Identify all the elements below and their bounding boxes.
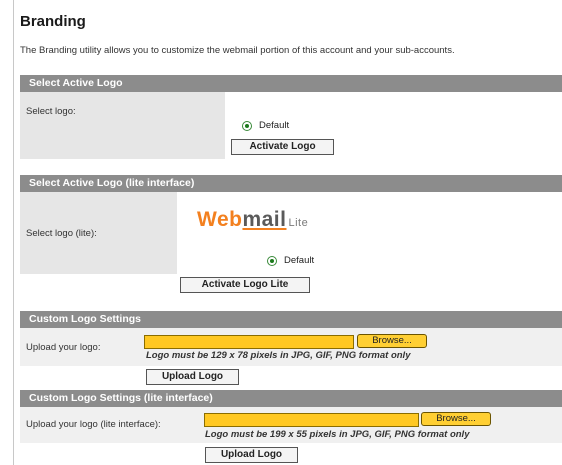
logo-size-hint: Logo must be 129 x 78 pixels in JPG, GIF… (146, 350, 411, 361)
webmail-lite-logo: Webmail Lite (197, 208, 309, 231)
upload-logo-button[interactable]: Upload Logo (146, 369, 239, 385)
section-header-custom-logo-settings: Custom Logo Settings (20, 311, 562, 328)
logo-browse-button[interactable]: Browse... (357, 334, 427, 348)
logo-lite-file-input[interactable] (204, 413, 419, 427)
upload-logo-label: Upload your logo: (26, 341, 101, 353)
page-title: Branding (20, 13, 86, 30)
default-logo-lite-option-label: Default (284, 255, 315, 266)
default-logo-lite-radio[interactable]: Default (267, 255, 314, 266)
logo-lite-browse-button[interactable]: Browse... (421, 412, 491, 426)
default-logo-option-label: Default (259, 120, 290, 131)
activate-logo-lite-button[interactable]: Activate Logo Lite (180, 277, 310, 293)
select-logo-lite-label: Select logo (lite): (20, 192, 177, 274)
upload-logo-lite-button[interactable]: Upload Logo (205, 447, 298, 463)
select-logo-label: Select logo: (20, 92, 225, 159)
logo-lite-size-hint: Logo must be 199 x 55 pixels in JPG, GIF… (205, 429, 470, 440)
section-header-custom-logo-lite-settings: Custom Logo Settings (lite interface) (20, 390, 562, 407)
section-header-select-active-logo-lite: Select Active Logo (lite interface) (20, 175, 562, 192)
section-header-select-active-logo: Select Active Logo (20, 75, 562, 92)
logo-file-input[interactable] (144, 335, 354, 349)
page-description: The Branding utility allows you to custo… (20, 45, 455, 56)
radio-selected-icon[interactable] (242, 120, 252, 131)
upload-logo-lite-label: Upload your logo (lite interface): (26, 418, 161, 430)
default-logo-radio[interactable]: Default (242, 120, 289, 131)
radio-selected-icon[interactable] (267, 255, 277, 266)
activate-logo-button[interactable]: Activate Logo (231, 139, 334, 155)
